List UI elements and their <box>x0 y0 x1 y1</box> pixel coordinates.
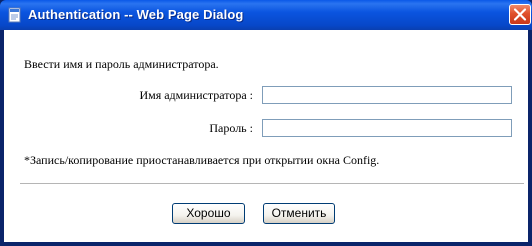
admin-name-input[interactable] <box>262 86 512 104</box>
ie-page-icon <box>7 7 23 23</box>
admin-name-label: Имя администратора : <box>139 88 253 102</box>
config-note: *Запись/копирование приостанавливается п… <box>24 153 380 167</box>
title-bar[interactable]: Authentication -- Web Page Dialog <box>0 0 532 30</box>
divider <box>20 183 524 184</box>
authentication-dialog: Authentication -- Web Page Dialog Ввести… <box>0 0 532 246</box>
ok-button[interactable]: Хорошо <box>172 203 245 224</box>
window-title: Authentication -- Web Page Dialog <box>28 7 244 22</box>
dialog-body: Ввести имя и пароль администратора. Имя … <box>4 30 528 242</box>
close-button[interactable] <box>509 4 531 25</box>
cancel-button[interactable]: Отменить <box>263 203 335 224</box>
intro-text: Ввести имя и пароль администратора. <box>24 57 219 71</box>
password-label: Пароль : <box>209 121 253 135</box>
close-x-icon <box>513 8 527 21</box>
password-input[interactable] <box>262 119 512 137</box>
